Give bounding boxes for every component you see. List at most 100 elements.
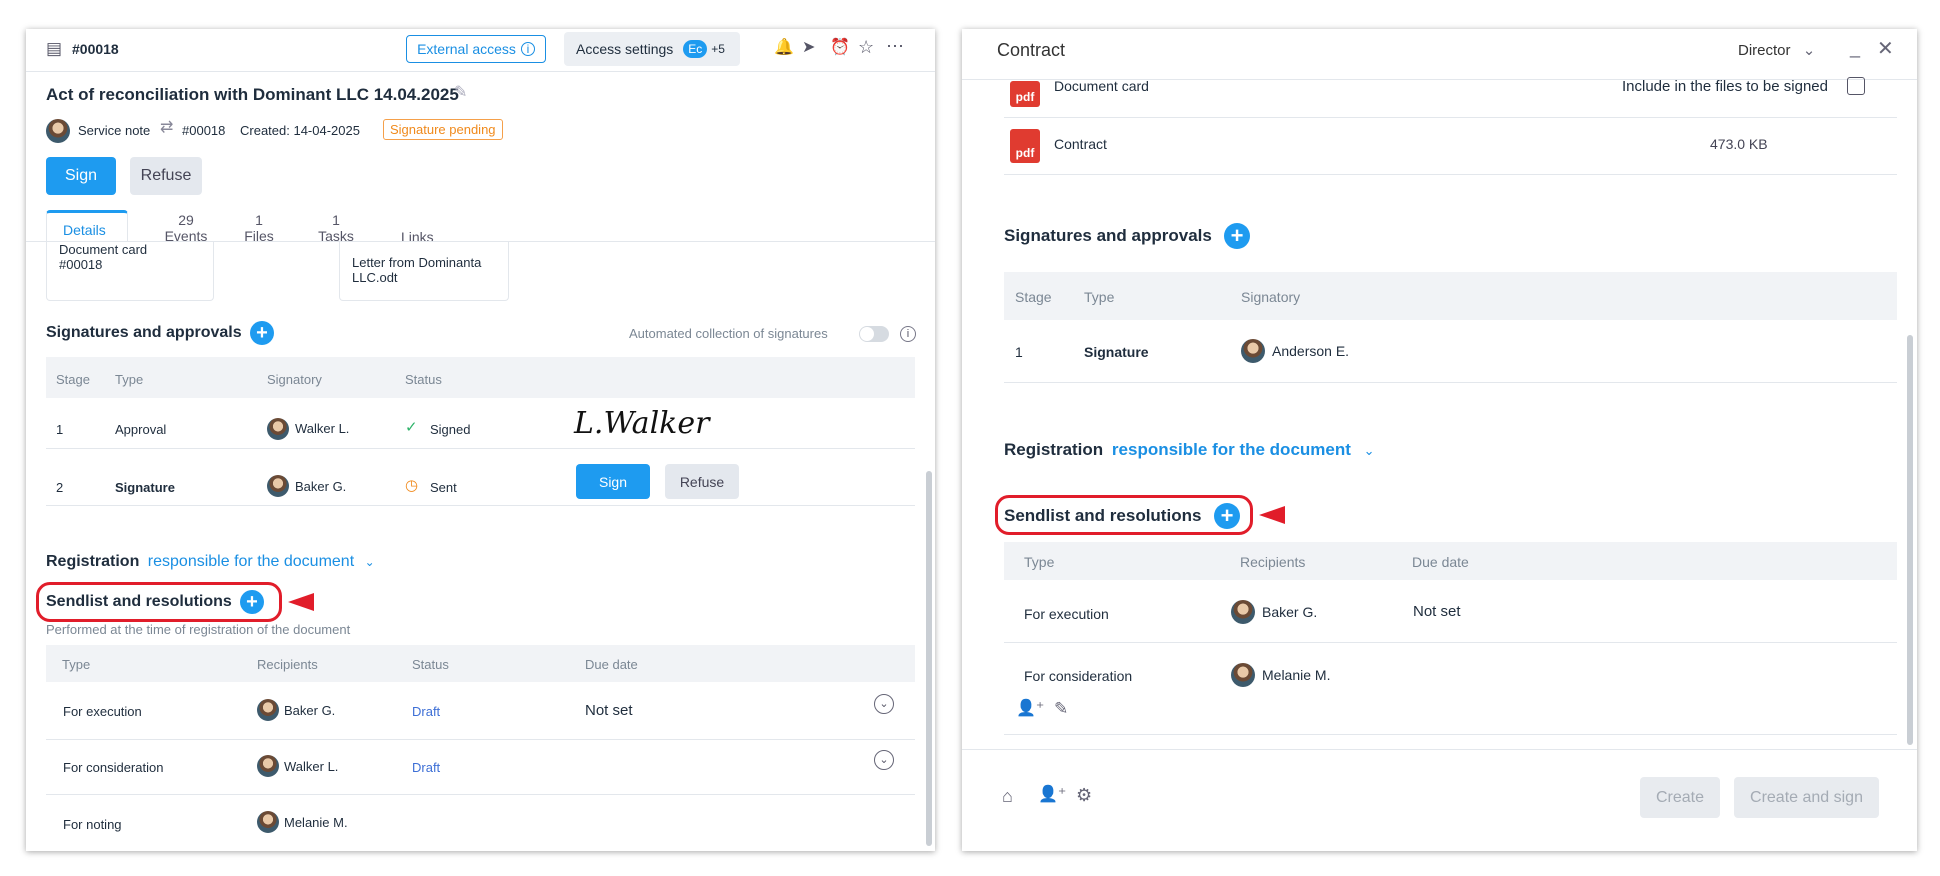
avatar xyxy=(257,699,279,721)
auto-collection-toggle[interactable] xyxy=(859,326,889,342)
column-header: Stage xyxy=(1015,289,1052,305)
role-select[interactable]: Director ⌄ xyxy=(1738,41,1815,59)
file-card[interactable]: Document card #00018 xyxy=(46,241,214,301)
create-and-sign-button[interactable]: Create and sign xyxy=(1734,777,1879,818)
row-refuse-button[interactable]: Refuse xyxy=(665,464,739,499)
create-document-dialog: Contract Director ⌄ _ ✕ pdf Document car… xyxy=(962,29,1917,851)
chevron-down-icon[interactable]: ⌄ xyxy=(874,750,894,770)
chevron-down-icon[interactable]: ⌄ xyxy=(874,694,894,714)
column-header: Signatory xyxy=(267,372,322,387)
add-signature-button[interactable]: + xyxy=(1224,223,1250,249)
due-cell: Not set xyxy=(585,702,633,719)
avatar xyxy=(1231,600,1255,624)
type-cell: For execution xyxy=(63,704,142,719)
status-cell: Signed xyxy=(430,422,471,437)
edit-icon[interactable]: ✎ xyxy=(454,85,467,101)
external-access-button[interactable]: External access i xyxy=(406,35,546,63)
tab-events[interactable]: 29 Events xyxy=(151,212,221,244)
file-name[interactable]: Document card xyxy=(1054,78,1149,94)
more-icon[interactable]: ⋯ xyxy=(886,37,904,55)
add-user-icon[interactable]: 👤⁺ xyxy=(1038,787,1066,803)
role-label: Director xyxy=(1738,42,1791,59)
chevron-down-icon: ⌄ xyxy=(1363,443,1375,458)
file-card[interactable]: Letter from Dominanta LLC.odt xyxy=(339,241,509,301)
info-icon[interactable]: i xyxy=(900,326,916,342)
meta-number: #00018 xyxy=(182,123,226,138)
recipient-cell: Baker G. xyxy=(284,703,336,718)
registration-link[interactable]: responsible for the document xyxy=(148,553,354,570)
external-access-label: External access xyxy=(417,41,516,57)
registration-link[interactable]: responsible for the document xyxy=(1112,440,1351,459)
send-icon[interactable]: ➤ xyxy=(802,40,815,56)
edit-icon[interactable]: ✎ xyxy=(1054,700,1068,717)
add-sendlist-button[interactable]: + xyxy=(240,590,264,614)
file-name[interactable]: Contract xyxy=(1054,136,1107,152)
status-cell: Draft xyxy=(412,704,441,719)
type-cell: Signature xyxy=(115,480,175,495)
registration-label: Registration xyxy=(1004,440,1104,459)
bell-icon[interactable]: 🔔 xyxy=(774,40,794,56)
signatory-cell: Anderson E. xyxy=(1272,343,1350,359)
tab-count: 1 xyxy=(255,212,263,228)
column-header: Type xyxy=(1084,289,1115,305)
recipient-cell: Melanie M. xyxy=(1262,667,1331,683)
doc-id: #00018 xyxy=(72,41,119,57)
sendlist-table-header xyxy=(46,645,915,682)
page-title: Act of reconciliation with Dominant LLC … xyxy=(46,85,459,104)
create-button[interactable]: Create xyxy=(1640,777,1720,818)
avatar xyxy=(257,755,279,777)
add-sendlist-button[interactable]: + xyxy=(1214,503,1240,529)
document-panel: ▤ #00018 External access i Access settin… xyxy=(26,29,935,851)
column-header: Status xyxy=(405,372,442,387)
row-sign-button[interactable]: Sign xyxy=(576,464,650,499)
file-size: 473.0 KB xyxy=(1710,136,1768,152)
registration-section[interactable]: Registration responsible for the documen… xyxy=(46,553,375,571)
star-icon[interactable]: ☆ xyxy=(858,38,874,56)
scrollbar[interactable] xyxy=(926,471,932,846)
status-badge: Signature pending xyxy=(383,119,503,140)
avatar xyxy=(1231,663,1255,687)
gear-icon[interactable]: ⚙ xyxy=(1076,786,1092,804)
column-header: Recipients xyxy=(1240,554,1306,570)
highlight-arrow xyxy=(1259,506,1285,524)
avatar xyxy=(46,119,70,143)
stage-cell: 1 xyxy=(1015,344,1023,360)
signatures-title: Signatures and approvals xyxy=(1004,226,1212,245)
add-user-icon[interactable]: 👤⁺ xyxy=(1016,701,1044,717)
access-avatar: Ec xyxy=(683,40,708,58)
due-cell: Not set xyxy=(1413,603,1461,620)
access-settings-label: Access settings xyxy=(576,41,674,57)
add-signature-button[interactable]: + xyxy=(250,321,274,345)
repeat-icon: ⇄ xyxy=(160,119,174,136)
tab-tasks[interactable]: 1 Tasks xyxy=(306,212,366,244)
pdf-icon: pdf xyxy=(1010,81,1040,107)
access-settings-button[interactable]: Access settings Ec +5 xyxy=(564,32,740,66)
status-cell: Sent xyxy=(430,480,457,495)
tab-files[interactable]: 1 Files xyxy=(229,212,289,244)
minimize-icon[interactable]: _ xyxy=(1850,39,1860,57)
registration-section[interactable]: Registration responsible for the documen… xyxy=(1004,440,1375,460)
column-header: Type xyxy=(115,372,144,387)
sign-button[interactable]: Sign xyxy=(46,157,116,195)
close-icon[interactable]: ✕ xyxy=(1877,39,1894,59)
tab-count: 1 xyxy=(332,212,340,228)
clock-icon: ◷ xyxy=(405,477,419,494)
include-in-signing-label: Include in the files to be signed xyxy=(1622,78,1828,95)
tab-label: Details xyxy=(63,222,106,238)
type-cell: Approval xyxy=(115,422,167,437)
type-cell: For consideration xyxy=(1024,668,1133,684)
include-in-signing-checkbox[interactable] xyxy=(1847,77,1865,95)
column-header: Stage xyxy=(56,372,90,387)
scrollbar[interactable] xyxy=(1907,335,1913,745)
alarm-icon[interactable]: ⏰ xyxy=(830,40,850,56)
meta-type: Service note xyxy=(78,123,151,138)
column-header: Due date xyxy=(1412,554,1469,570)
tab-count: 29 xyxy=(178,212,194,228)
stage-cell: 1 xyxy=(56,422,64,437)
tab-details[interactable]: Details xyxy=(46,210,128,241)
auto-collection-label: Automated collection of signatures xyxy=(629,326,828,341)
tag-icon[interactable]: ⌂ xyxy=(1002,787,1013,805)
signatures-table-header xyxy=(1004,272,1897,320)
column-header: Status xyxy=(412,657,449,672)
refuse-button[interactable]: Refuse xyxy=(130,157,202,195)
